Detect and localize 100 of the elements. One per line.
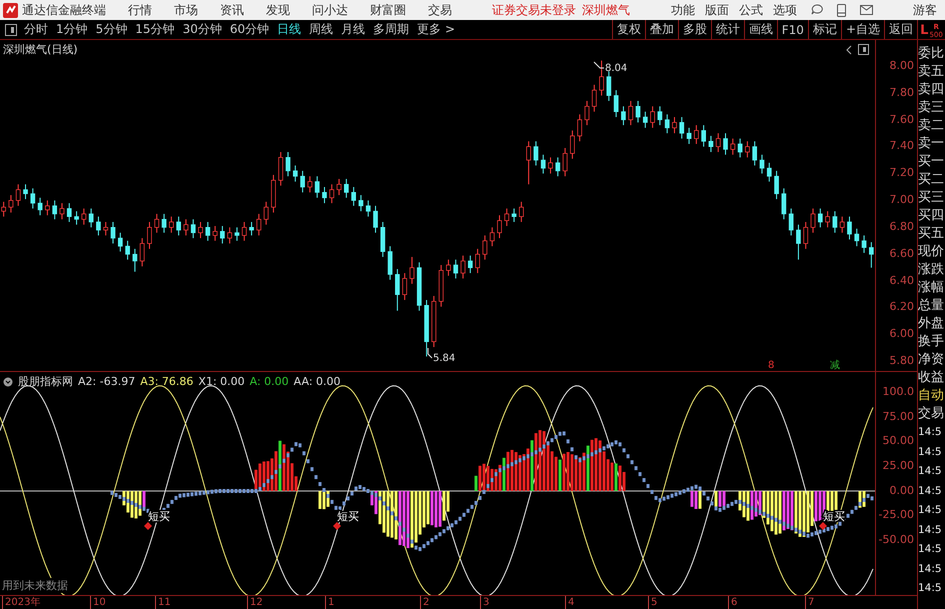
mail-icon[interactable] [860,5,873,15]
candlestick [446,259,451,276]
indicator-value: AA: 0.00 [294,375,341,388]
candlestick [344,178,349,198]
candlestick [60,202,64,220]
price-axis-label: 7.80 [890,86,914,100]
candlestick [534,140,538,166]
collapse-icon[interactable] [3,376,13,386]
candlestick [45,200,50,216]
time-axis-label: 3 [480,596,490,609]
candlestick [212,226,218,242]
candlestick [453,259,458,279]
period-tab[interactable]: 日线 [273,21,306,38]
candlestick [162,213,166,234]
toolbar-button[interactable]: 返回 [884,20,917,39]
period-tab[interactable]: 更多 > [413,21,459,38]
candlestick [147,221,152,250]
menu-item[interactable]: 行情 [128,2,152,18]
period-tab[interactable]: 60分钟 [226,21,274,38]
trade-label[interactable]: 交易 [918,405,945,423]
candlestick [708,135,714,153]
login-notice[interactable]: 证券交易未登录 [492,2,576,18]
toolbar-button[interactable]: 画线 [744,20,777,39]
quote-field-label: 买三 [918,189,945,207]
candlestick [388,246,392,280]
candlestick [154,213,160,234]
menu-item[interactable]: 版面 [705,2,729,18]
menu-item[interactable]: 市场 [174,2,198,18]
time-axis-label: 2 [420,596,430,609]
menu-item[interactable]: 公式 [739,2,763,18]
stock-name: 深圳燃气 [582,2,630,18]
candlestick [336,178,342,196]
candlestick [264,201,268,226]
auto-mode-label[interactable]: 自动 [918,387,945,405]
chevron-left-icon[interactable] [846,44,852,54]
phone-icon[interactable] [837,4,846,16]
candlestick [308,176,312,193]
period-tab[interactable]: 5分钟 [92,21,132,38]
time-axis-label: 12 [247,596,263,609]
diamond-icon [144,522,152,530]
period-tab[interactable]: 月线 [337,21,370,38]
candlestick [74,210,79,226]
period-tab[interactable]: 30分钟 [178,21,226,38]
candlestick [650,106,655,128]
candlestick [475,248,480,274]
toolbar-button[interactable]: +自选 [840,20,884,39]
candlestick [686,127,692,144]
candlestick [96,216,101,236]
period-tab[interactable]: 1分钟 [52,21,92,38]
candlestick [300,170,305,193]
tick-time: 14:5 [918,425,943,440]
quote-field-label: 买二 [918,171,945,189]
candlestick [606,70,612,102]
quote-field-label: 收益 [918,369,945,387]
menu-item[interactable]: 财富圈 [370,2,406,18]
menu-item[interactable]: 问小达 [312,2,348,18]
panel-toggle-icon[interactable] [5,24,17,36]
candlestick [577,114,582,142]
candlestick [366,200,371,218]
toolbar-button[interactable]: 复权 [612,20,645,39]
menu-item[interactable]: 发现 [266,2,290,18]
diamond-icon [333,522,341,530]
candlestick [862,234,866,254]
price-axis-label: 5.80 [890,354,914,368]
candlestick [249,221,254,236]
panel-toggle-icon[interactable] [858,44,869,55]
menu-item[interactable]: 资讯 [220,2,244,18]
candlestick [519,201,524,222]
price-axis-label: 7.20 [890,166,914,180]
candlestick [52,200,58,220]
toolbar-button[interactable]: 统计 [710,20,744,39]
period-tab[interactable]: 分时 [20,21,52,38]
candlestick [358,194,364,212]
user-label[interactable]: 游客 [913,2,937,18]
quote-field-label: 委比 [918,45,945,63]
chat-bubble-icon[interactable] [811,4,823,16]
candlestick [482,234,488,260]
tick-time: 14:5 [918,542,943,557]
menu-item[interactable]: 交易 [428,2,452,18]
quote-field-label: 卖三 [918,99,945,117]
period-tab[interactable]: 多周期 [369,21,414,38]
period-tab[interactable]: 周线 [305,21,338,38]
candlestick [286,152,290,177]
menu-item[interactable]: 选项 [773,2,797,18]
toolbar-button[interactable]: 标记 [808,20,841,39]
toolbar-button[interactable]: 叠加 [644,20,678,39]
candlestick [672,116,677,134]
candlestick [628,100,634,126]
candlestick [738,138,742,158]
signal-mark: 8 [768,360,774,371]
candlestick [540,154,546,174]
period-tab[interactable]: 15分钟 [131,21,179,38]
toolbar-button[interactable]: 多股 [678,20,711,39]
price-axis-label: 6.80 [890,220,914,234]
indicator-name: 股朋指标网 [18,374,73,389]
candlestick [169,216,174,234]
menu-item[interactable]: 功能 [671,2,695,18]
tick-time: 14:5 [918,444,943,460]
chart-title: 深圳燃气(日线) [3,42,78,57]
toolbar-button[interactable]: F10 [776,20,808,39]
